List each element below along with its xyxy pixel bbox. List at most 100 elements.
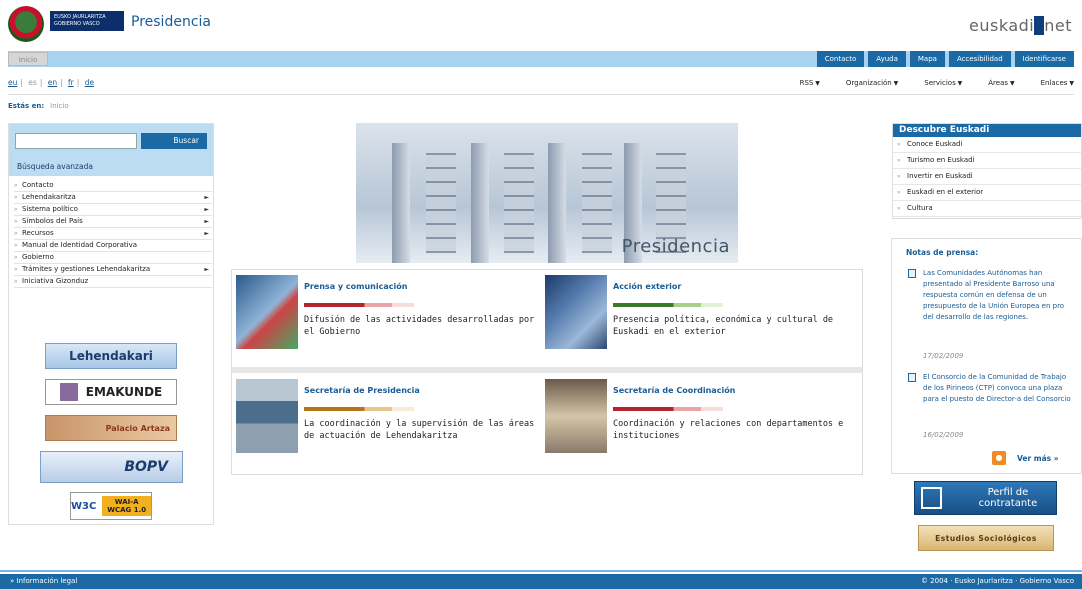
left-menu-item[interactable]: Gobierno [14, 252, 212, 264]
section-cards: Prensa y comunicación Difusión de las ac… [231, 269, 863, 475]
breadcrumb-current: Inicio [50, 102, 69, 110]
submenu-arrow-icon: ► [204, 194, 209, 201]
gov-banner-line2: GOBIERNO VASCO [54, 21, 100, 27]
perfil-contratante-banner[interactable]: Perfil de contratante [914, 481, 1057, 515]
discover-item[interactable]: Invertir en Euskadi [893, 169, 1081, 185]
discover-item[interactable]: Turismo en Euskadi [893, 153, 1081, 169]
gov-banner-line1: EUSKO JAURLARITZA [54, 14, 106, 20]
press-item-date: 17/02/2009 [923, 352, 964, 360]
w3c-logo: W3C [71, 500, 97, 512]
card-thumbnail[interactable] [236, 275, 298, 349]
left-menu-item[interactable]: Manual de Identidad Corporativa [14, 240, 212, 252]
hero-banner: Presidencia [356, 123, 738, 263]
breadcrumb: Estás en: Inicio [8, 102, 69, 110]
menu-servicios[interactable]: Servicios [924, 79, 962, 87]
press-item-date: 16/02/2009 [923, 431, 964, 439]
menu-rss[interactable]: RSS [800, 79, 820, 87]
search-button[interactable]: Buscar [141, 133, 207, 149]
left-menu-label: Lehendakaritza [22, 193, 76, 201]
press-item-link[interactable]: Las Comunidades Autónomas han presentado… [923, 268, 1075, 323]
emakunde-label: EMAKUNDE [85, 385, 163, 399]
left-menu-label: Contacto [22, 181, 54, 189]
perfil-label: Perfil de contratante [978, 487, 1038, 509]
card-title[interactable]: Prensa y comunicación [304, 282, 407, 291]
lang-de[interactable]: de [85, 78, 94, 87]
emakunde-banner[interactable]: EMAKUNDE [45, 379, 177, 405]
card-title[interactable]: Secretaría de Coordinación [613, 386, 735, 395]
submenu-arrow-icon: ► [204, 230, 209, 237]
card-secretaria-presidencia: Secretaría de Presidencia La coordinació… [232, 374, 544, 464]
search-panel: Buscar Búsqueda avanzada [9, 124, 213, 176]
footer: » Información legal © 2004 · Eusko Jaurl… [0, 574, 1082, 589]
brand-left: euskadi [969, 16, 1035, 35]
legal-label: Información legal [16, 577, 78, 585]
legal-info-link[interactable]: » Información legal [10, 574, 77, 589]
emakunde-logo-icon [59, 383, 78, 401]
nav-link-identificarse[interactable]: Identificarse [1014, 51, 1074, 67]
lehendakari-banner[interactable]: Lehendakari [45, 343, 177, 369]
document-icon [908, 373, 916, 382]
menu-enlaces[interactable]: Enlaces [1041, 79, 1074, 87]
nav-link-accesibilidad[interactable]: Accesibilidad [948, 51, 1011, 67]
hero-column [392, 143, 410, 263]
lang-eu[interactable]: eu [8, 78, 17, 87]
card-description: Coordinación y relaciones con departamen… [613, 419, 844, 441]
discover-item[interactable]: Cultura [893, 201, 1081, 217]
breadcrumb-label: Estás en: [8, 102, 45, 110]
gov-emblem-icon[interactable] [8, 6, 44, 42]
search-input[interactable] [15, 133, 137, 149]
divider [8, 94, 1074, 95]
lang-fr[interactable]: fr [68, 78, 74, 87]
advanced-search-link[interactable]: Búsqueda avanzada [17, 162, 93, 171]
left-menu-label: Iniciativa Gizonduz [22, 277, 89, 285]
wai-label: WAI-A WCAG 1.0 [102, 496, 151, 516]
left-menu-label: Recursos [22, 229, 54, 237]
left-menu-item[interactable]: Trámites y gestiones Lehendakaritza ► [14, 264, 212, 276]
more-news-link[interactable]: Ver más » [1017, 454, 1059, 463]
submenu-arrow-icon: ► [204, 266, 209, 273]
lang-es[interactable]: es [28, 78, 37, 87]
left-menu-item[interactable]: Sistema político ► [14, 204, 212, 216]
nav-link-mapa[interactable]: Mapa [909, 51, 945, 67]
left-menu-label: Sistema político [22, 205, 78, 213]
dropdown-menus: RSS Organización Servicios Áreas Enlaces [800, 79, 1074, 87]
rss-icon[interactable]: ● [992, 451, 1006, 465]
menu-organizacion[interactable]: Organización [846, 79, 898, 87]
card-thumbnail[interactable] [545, 379, 607, 453]
hero-column [471, 143, 489, 263]
nav-link-ayuda[interactable]: Ayuda [868, 51, 906, 67]
site-title[interactable]: Presidencia [131, 14, 211, 30]
press-item-link[interactable]: El Consorcio de la Comunidad de Trabajo … [923, 372, 1075, 405]
language-selector: eu | es | en | fr | de [8, 78, 95, 87]
hero-column [548, 143, 566, 263]
left-menu-item[interactable]: Lehendakaritza ► [14, 192, 212, 204]
left-menu-item[interactable]: Símbolos del País ► [14, 216, 212, 228]
left-menu-item[interactable]: Recursos ► [14, 228, 212, 240]
press-releases-box: Notas de prensa: Las Comunidades Autónom… [891, 238, 1082, 474]
menu-areas[interactable]: Áreas [988, 79, 1014, 87]
card-title[interactable]: Secretaría de Presidencia [304, 386, 420, 395]
nav-link-contacto[interactable]: Contacto [816, 51, 865, 67]
discover-item[interactable]: Euskadi en el exterior [893, 185, 1081, 201]
euskadi-net-logo[interactable]: euskadi_net [969, 16, 1072, 35]
card-accent-bar [304, 303, 414, 307]
left-menu: Contacto Lehendakaritza ► Sistema polític… [14, 180, 212, 288]
left-menu-item[interactable]: Iniciativa Gizonduz [14, 276, 212, 288]
discover-item[interactable]: Conoce Euskadi [893, 137, 1081, 153]
lang-en[interactable]: en [48, 78, 57, 87]
estudios-sociologicos-banner[interactable]: Estudios Sociológicos [918, 525, 1054, 551]
wai-compliance-badge[interactable]: W3C WAI-A WCAG 1.0 [70, 492, 152, 520]
card-title[interactable]: Acción exterior [613, 282, 681, 291]
card-accion-exterior: Acción exterior Presencia política, econ… [541, 270, 853, 360]
submenu-arrow-icon: ► [204, 218, 209, 225]
left-menu-label: Gobierno [22, 253, 54, 261]
home-tab[interactable]: Inicio [8, 52, 48, 66]
card-description: Difusión de las actividades desarrollada… [304, 315, 535, 337]
contract-icon [921, 487, 942, 509]
bopv-banner[interactable]: BOPV [40, 451, 183, 483]
left-menu-item[interactable]: Contacto [14, 180, 212, 192]
card-thumbnail[interactable] [545, 275, 607, 349]
gov-banner[interactable]: EUSKO JAURLARITZA GOBIERNO VASCO [50, 11, 124, 31]
palacio-artaza-banner[interactable]: Palacio Artaza [45, 415, 177, 441]
card-thumbnail[interactable] [236, 379, 298, 453]
